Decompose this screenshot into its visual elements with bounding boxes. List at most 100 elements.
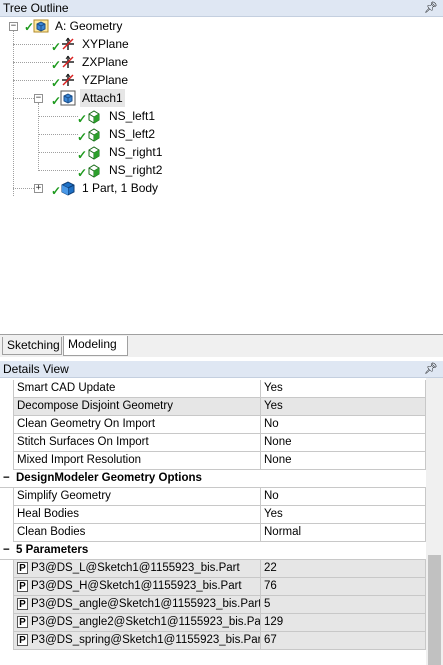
details-view-header: Details View 📌︎ — [0, 361, 443, 378]
property-value[interactable]: 22 — [261, 560, 426, 578]
property-value[interactable]: Yes — [261, 398, 426, 416]
collapse-icon[interactable]: − — [34, 94, 43, 103]
property-name: Smart CAD Update — [13, 380, 261, 398]
parameter-row[interactable]: P P3@DS_angle2@Sketch1@1155923_bis.Part 1… — [0, 614, 426, 632]
tree-node-geometry[interactable]: − ✓ A: Geometry — [0, 17, 200, 35]
tree-node-label: NS_right2 — [109, 163, 163, 177]
group-title: 5 Parameters — [16, 544, 89, 556]
tree-node-xyplane[interactable]: ✓ XYPlane — [0, 35, 200, 53]
pin-icon[interactable]: 📌︎ — [424, 1, 438, 14]
parameter-checkbox[interactable]: P — [17, 579, 28, 592]
tree-node-label: XYPlane — [82, 37, 129, 51]
property-name: Clean Bodies — [13, 524, 261, 542]
group-header-designmodeler-options[interactable]: − DesignModeler Geometry Options — [0, 470, 426, 488]
parameter-row[interactable]: P P3@DS_spring@Sketch1@1155923_bis.Part 6… — [0, 632, 426, 650]
parameter-checkbox[interactable]: P — [17, 561, 28, 574]
property-name: P P3@DS_angle2@Sketch1@1155923_bis.Part — [13, 614, 261, 632]
parameter-row[interactable]: P P3@DS_L@Sketch1@1155923_bis.Part 22 — [0, 560, 426, 578]
details-row[interactable]: Heal Bodies Yes — [0, 506, 426, 524]
tree-node-label: A: Geometry — [55, 19, 123, 33]
property-name: Clean Geometry On Import — [13, 416, 261, 434]
tree-outline-title: Tree Outline — [3, 1, 69, 15]
property-name: Decompose Disjoint Geometry — [13, 398, 261, 416]
details-scrollbar-thumb[interactable] — [428, 555, 441, 665]
tree-node-label: 1 Part, 1 Body — [82, 181, 159, 195]
details-row[interactable]: Decompose Disjoint Geometry Yes — [0, 398, 426, 416]
tree-node-zxplane[interactable]: ✓ ZXPlane — [0, 53, 200, 71]
tree-node-ns-right1[interactable]: ✓ NS_right1 — [0, 143, 200, 161]
property-value[interactable]: Yes — [261, 380, 426, 398]
parameter-name: P3@DS_spring@Sketch1@1155923_bis.Part — [31, 634, 261, 646]
parameter-name: P3@DS_angle@Sketch1@1155923_bis.Part — [31, 598, 261, 610]
tree-outline: − ✓ A: Geometry ✓ XYPlane ✓ ZXPlane ✓ YZ… — [0, 17, 443, 334]
group-header-parameters[interactable]: − 5 Parameters — [0, 542, 426, 560]
property-name: P P3@DS_H@Sketch1@1155923_bis.Part — [13, 578, 261, 596]
details-view-title: Details View — [3, 362, 69, 376]
tree-outline-header: Tree Outline 📌︎ — [0, 0, 443, 17]
plane-axes-icon — [62, 37, 74, 50]
property-value[interactable]: No — [261, 416, 426, 434]
property-value[interactable]: Yes — [261, 506, 426, 524]
tree-node-ns-left1[interactable]: ✓ NS_left1 — [0, 107, 200, 125]
attach-icon — [60, 90, 76, 106]
pin-icon[interactable]: 📌︎ — [424, 362, 438, 375]
collapse-icon[interactable]: − — [3, 542, 10, 559]
property-value[interactable]: 5 — [261, 596, 426, 614]
geometry-root-icon — [33, 19, 49, 33]
expand-icon[interactable]: + — [34, 184, 43, 193]
details-row[interactable]: Mixed Import Resolution None — [0, 452, 426, 470]
property-value[interactable]: 76 — [261, 578, 426, 596]
tab-sketching[interactable]: Sketching — [2, 337, 62, 355]
property-name: P P3@DS_L@Sketch1@1155923_bis.Part — [13, 560, 261, 578]
tab-modeling[interactable]: Modeling — [63, 336, 128, 356]
tree-node-label: NS_right1 — [109, 145, 163, 159]
named-selection-icon — [88, 110, 100, 124]
parameter-checkbox[interactable]: P — [17, 597, 28, 610]
property-name: Simplify Geometry — [13, 488, 261, 506]
parameter-name: P3@DS_L@Sketch1@1155923_bis.Part — [31, 562, 240, 574]
parameter-row[interactable]: P P3@DS_H@Sketch1@1155923_bis.Part 76 — [0, 578, 426, 596]
plane-axes-icon — [62, 55, 74, 68]
collapse-icon[interactable]: − — [9, 22, 18, 31]
tree-node-label: YZPlane — [82, 73, 129, 87]
property-name: P P3@DS_angle@Sketch1@1155923_bis.Part — [13, 596, 261, 614]
property-name: Stitch Surfaces On Import — [13, 434, 261, 452]
parameter-name: P3@DS_H@Sketch1@1155923_bis.Part — [31, 580, 242, 592]
property-value[interactable]: 129 — [261, 614, 426, 632]
collapse-icon[interactable]: − — [3, 470, 10, 487]
details-row[interactable]: Clean Geometry On Import No — [0, 416, 426, 434]
tree-node-yzplane[interactable]: ✓ YZPlane — [0, 71, 200, 89]
tree-node-label: Attach1 — [80, 89, 125, 107]
parameter-name: P3@DS_angle2@Sketch1@1155923_bis.Part — [31, 616, 261, 628]
tree-node-ns-left2[interactable]: ✓ NS_left2 — [0, 125, 200, 143]
property-name: Mixed Import Resolution — [13, 452, 261, 470]
property-name: Heal Bodies — [13, 506, 261, 524]
parameter-checkbox[interactable]: P — [17, 633, 28, 646]
tree-node-label: NS_left2 — [109, 127, 156, 141]
details-row[interactable]: Simplify Geometry No — [0, 488, 426, 506]
tab-bar: Sketching Modeling — [0, 334, 443, 357]
tree-node-ns-right2[interactable]: ✓ NS_right2 — [0, 161, 200, 179]
body-icon — [61, 181, 75, 196]
details-row[interactable]: Stitch Surfaces On Import None — [0, 434, 426, 452]
tree-node-attach1[interactable]: − ✓ Attach1 — [0, 89, 200, 107]
tree-node-label: NS_left1 — [109, 109, 156, 123]
plane-axes-icon — [62, 73, 74, 86]
details-row[interactable]: Smart CAD Update Yes — [0, 380, 426, 398]
property-name: P P3@DS_spring@Sketch1@1155923_bis.Part — [13, 632, 261, 650]
details-grid: Smart CAD Update Yes Decompose Disjoint … — [0, 378, 443, 665]
tree-node-parts-bodies[interactable]: + ✓ 1 Part, 1 Body — [0, 179, 200, 197]
property-value[interactable]: Normal — [261, 524, 426, 542]
property-value[interactable]: 67 — [261, 632, 426, 650]
property-value[interactable]: None — [261, 434, 426, 452]
parameter-checkbox[interactable]: P — [17, 615, 28, 628]
property-value[interactable]: None — [261, 452, 426, 470]
property-value[interactable]: No — [261, 488, 426, 506]
named-selection-icon — [88, 146, 100, 160]
tree-node-label: ZXPlane — [82, 55, 129, 69]
parameter-row[interactable]: P P3@DS_angle@Sketch1@1155923_bis.Part 5 — [0, 596, 426, 614]
named-selection-icon — [88, 164, 100, 178]
details-row[interactable]: Clean Bodies Normal — [0, 524, 426, 542]
named-selection-icon — [88, 128, 100, 142]
group-title: DesignModeler Geometry Options — [16, 472, 202, 484]
